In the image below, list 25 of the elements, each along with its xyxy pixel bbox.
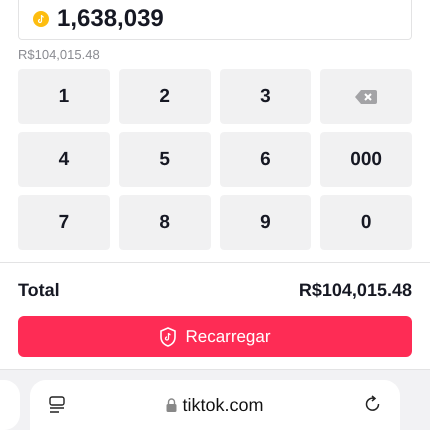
total-value: R$104,015.48 xyxy=(298,279,412,302)
amount-value: 1,638,039 xyxy=(57,4,164,34)
keypad-key[interactable]: 3 xyxy=(220,69,312,124)
keypad-key[interactable]: 8 xyxy=(118,195,210,250)
total-label: Total xyxy=(18,279,60,302)
url-text: tiktok.com xyxy=(182,394,264,416)
address-bar[interactable]: tiktok.com xyxy=(30,380,400,430)
coin-icon xyxy=(33,11,49,28)
keypad-key[interactable]: 0 xyxy=(320,195,412,250)
amount-field[interactable]: 1,638,039 xyxy=(18,0,412,40)
lock-icon xyxy=(166,398,178,412)
keypad-key[interactable]: 4 xyxy=(18,132,110,188)
keypad-key[interactable]: 5 xyxy=(118,132,210,188)
keypad-key[interactable]: 7 xyxy=(18,195,110,250)
reader-icon xyxy=(48,396,66,414)
recharge-button[interactable]: Recarregar xyxy=(18,316,412,357)
keypad-key[interactable]: 6 xyxy=(220,132,312,188)
backspace-key[interactable] xyxy=(320,69,412,124)
keypad-key[interactable]: 9 xyxy=(220,195,312,250)
keypad-key[interactable]: 2 xyxy=(118,69,210,124)
keypad-key[interactable]: 1 xyxy=(18,69,110,124)
keypad-key[interactable]: 000 xyxy=(320,132,412,188)
shield-icon xyxy=(159,326,178,347)
backspace-icon xyxy=(355,90,378,104)
equivalent-amount: R$104,015.48 xyxy=(18,46,101,64)
